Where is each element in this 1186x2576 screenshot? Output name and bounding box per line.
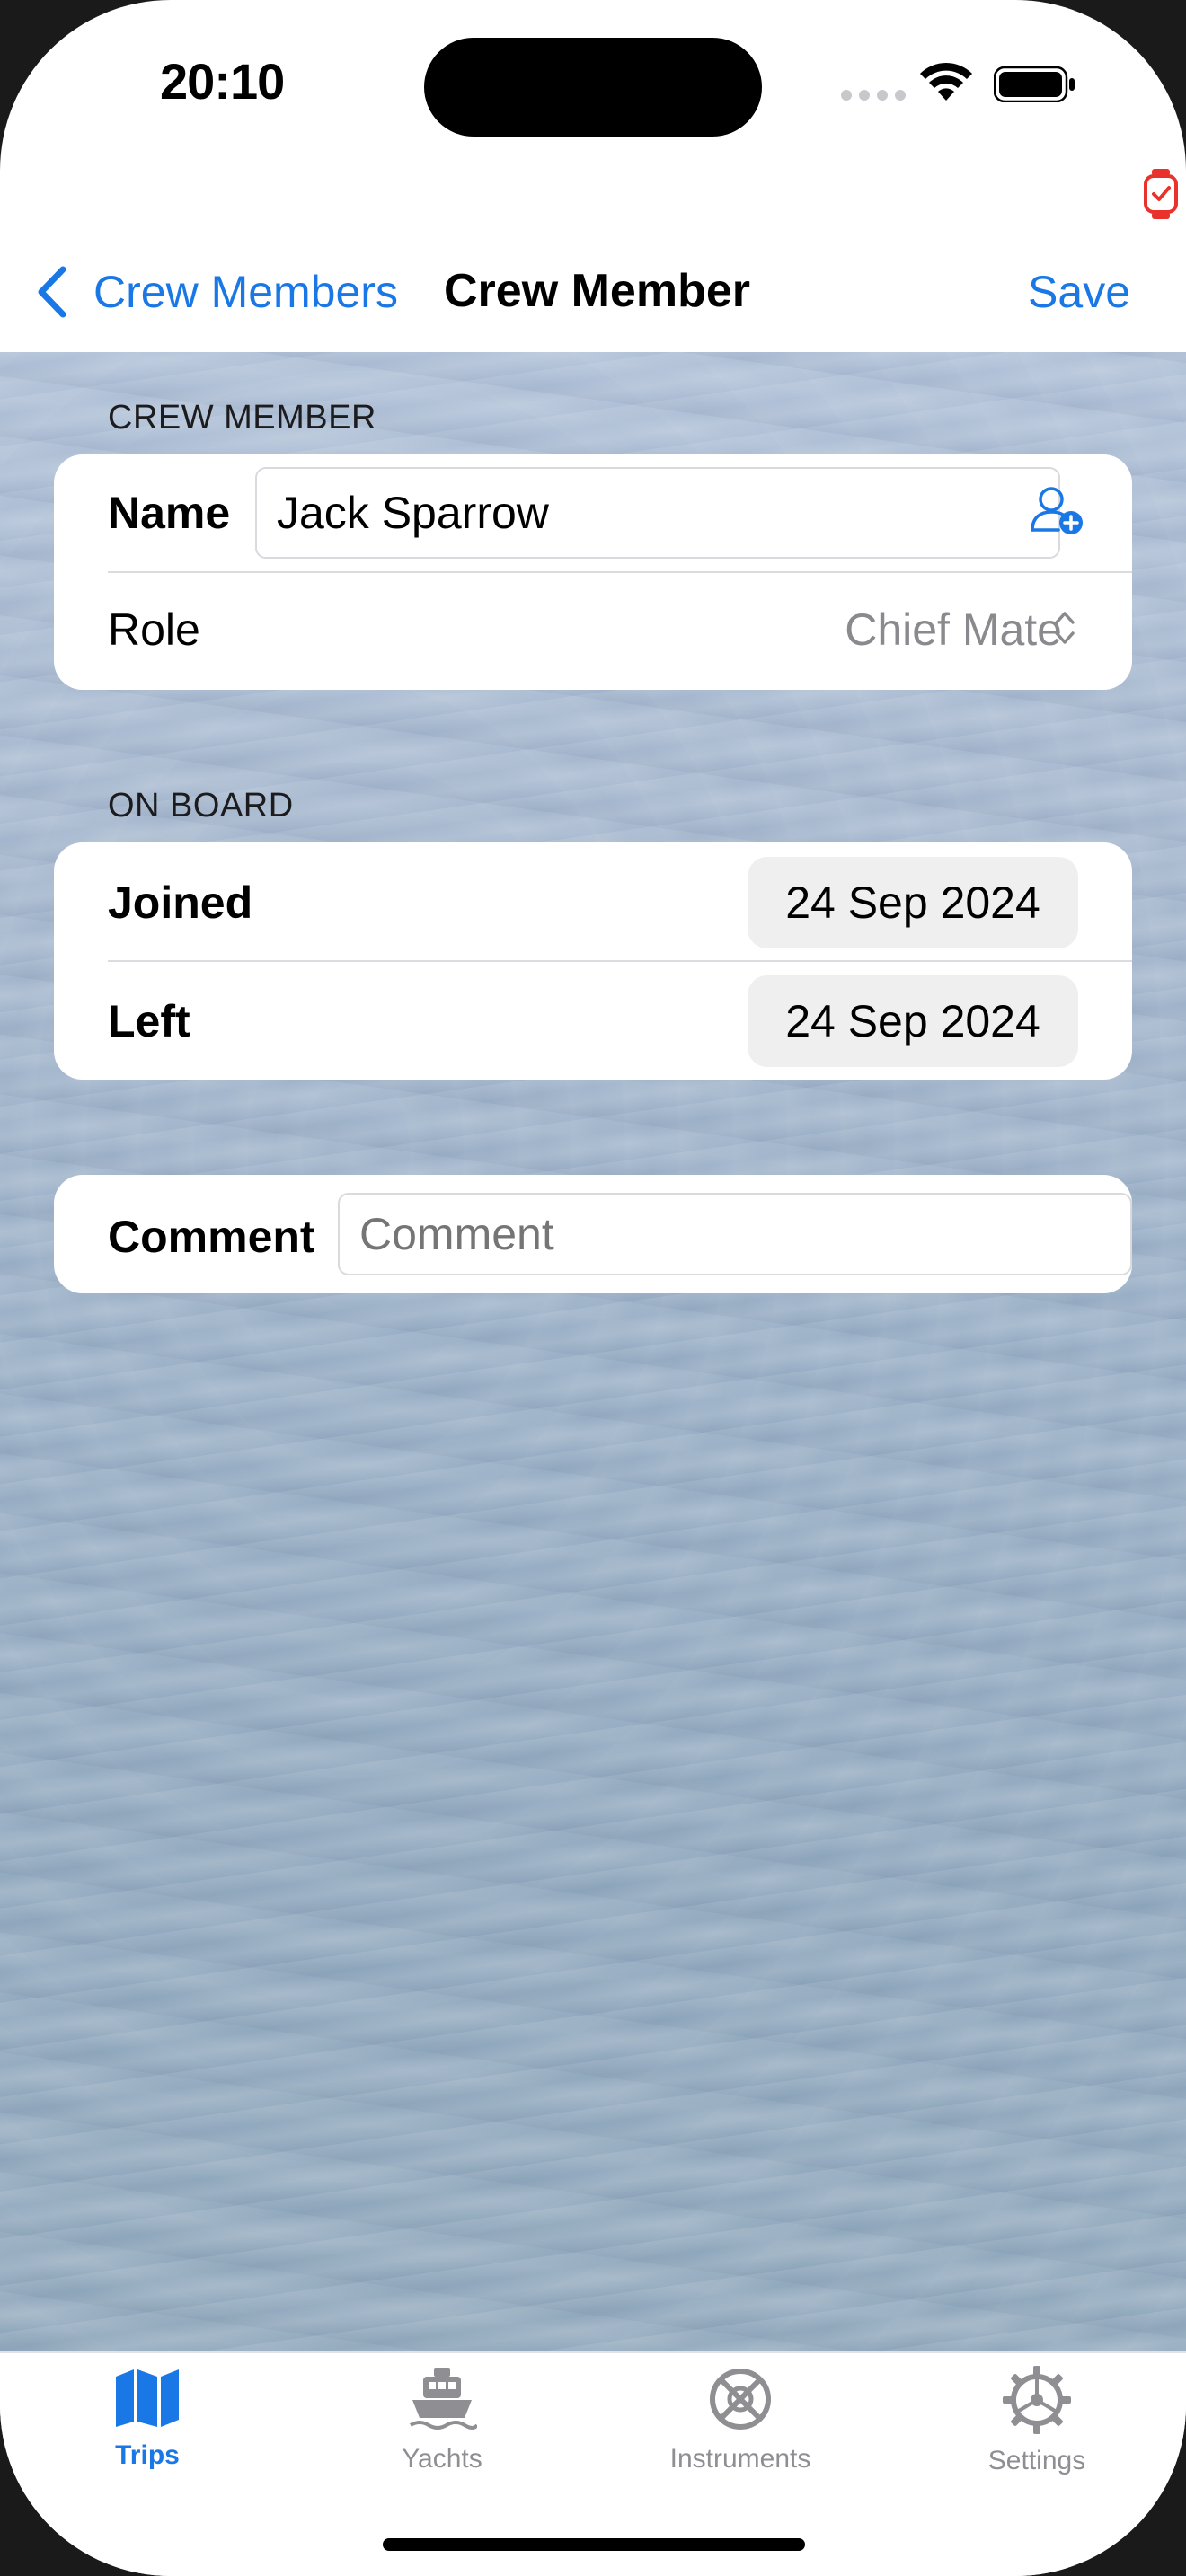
crew-member-card: Name Jack Sparrow Role Chief Mate [54,454,1132,690]
section-header-on-board: ON BOARD [108,787,294,825]
phone-screen: 20:10 Crew Members Crew Member Save CREW… [0,0,1186,2576]
battery-icon [994,66,1075,102]
joined-date-value: 24 Sep 2024 [785,878,1040,928]
add-contact-icon[interactable] [1030,485,1085,537]
divider [108,571,1132,573]
page-title: Crew Member [444,265,750,317]
name-value: Jack Sparrow [277,488,549,538]
dynamic-island [424,38,762,137]
save-button[interactable]: Save [1028,266,1130,318]
comment-label: Comment [108,1212,315,1262]
comment-card: Comment [54,1175,1132,1293]
tab-label-trips: Trips [115,2440,180,2470]
tab-yachts[interactable]: Yachts [334,2366,550,2475]
left-label: Left [108,996,190,1046]
name-label: Name [108,488,231,538]
tab-trips[interactable]: Trips [40,2366,255,2471]
joined-label: Joined [108,878,253,928]
home-indicator[interactable] [383,2538,805,2551]
role-picker[interactable]: Chief Mate [755,589,1132,679]
on-board-card: Joined 24 Sep 2024 Left 24 Sep 2024 [54,842,1132,1080]
wifi-icon [920,62,972,101]
comment-field[interactable] [338,1193,1132,1275]
left-date-value: 24 Sep 2024 [785,996,1040,1046]
name-field[interactable]: Jack Sparrow [255,467,1060,559]
joined-date-picker[interactable]: 24 Sep 2024 [748,857,1078,948]
tab-label-instruments: Instruments [669,2444,811,2474]
tab-label-settings: Settings [987,2446,1086,2475]
watch-icon[interactable] [1143,169,1179,219]
tab-label-yachts: Yachts [402,2444,482,2474]
divider [108,960,1132,962]
tab-settings[interactable]: Settings [929,2366,1145,2476]
chevron-up-down-icon [1055,612,1075,644]
role-label: Role [108,604,200,655]
tab-instruments[interactable]: Instruments [633,2366,848,2475]
map-icon [116,2369,179,2427]
signal-dots-icon [841,90,906,101]
left-date-picker[interactable]: 24 Sep 2024 [748,975,1078,1067]
status-time: 20:10 [160,53,285,110]
instruments-icon [710,2369,771,2430]
ferry-icon [409,2368,479,2430]
gear-icon [1003,2366,1071,2434]
section-header-crew-member: CREW MEMBER [108,399,376,437]
back-button[interactable]: Crew Members [93,266,398,318]
chevron-left-icon[interactable] [34,264,70,320]
role-value: Chief Mate [845,604,1062,655]
